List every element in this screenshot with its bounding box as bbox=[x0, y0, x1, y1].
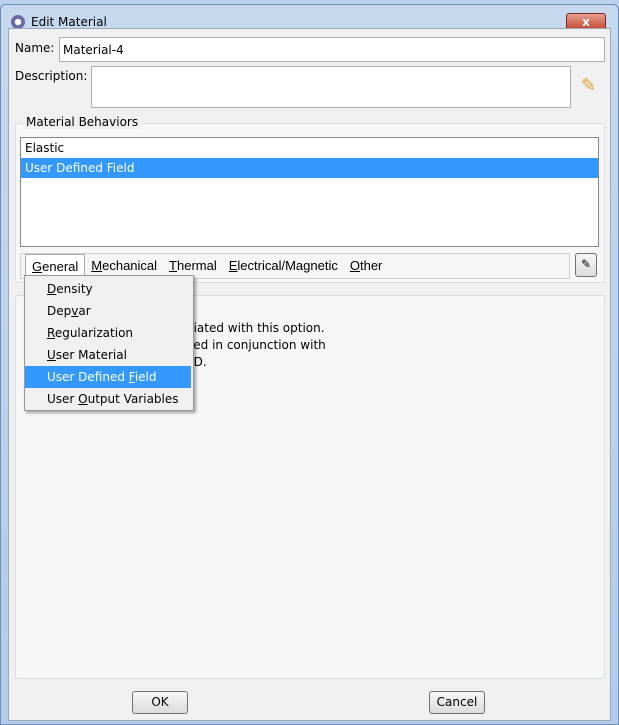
material-behaviors-label: Material Behaviors bbox=[23, 115, 142, 129]
menu-item-density[interactable]: Density bbox=[25, 278, 191, 300]
description-input[interactable] bbox=[91, 66, 571, 108]
menu-other[interactable]: Other bbox=[344, 254, 389, 278]
menu-item-depvar[interactable]: Depvar bbox=[25, 300, 191, 322]
name-input[interactable] bbox=[59, 37, 605, 62]
menu-item-user-defined-field[interactable]: User Defined Field bbox=[25, 366, 191, 388]
cancel-button[interactable]: Cancel bbox=[429, 691, 485, 714]
description-label: Description: bbox=[15, 69, 88, 83]
ok-button[interactable]: OK bbox=[132, 691, 188, 714]
menu-electrical-magnetic[interactable]: Electrical/Magnetic bbox=[223, 254, 344, 278]
edit-behavior-button[interactable]: ✎ bbox=[575, 253, 597, 277]
pencil-icon[interactable]: ✎ bbox=[581, 75, 596, 96]
info-text: ciated with this option. sed in conjunct… bbox=[187, 321, 326, 369]
behaviors-list[interactable]: Elastic User Defined Field bbox=[20, 137, 599, 247]
window-title: Edit Material bbox=[31, 15, 107, 29]
title-bar: Edit Material bbox=[11, 15, 107, 29]
dialog-body: Name: Description: ✎ Material Behaviors … bbox=[8, 28, 611, 721]
list-item[interactable]: User Defined Field bbox=[21, 158, 598, 178]
general-dropdown-menu: Density Depvar Regularization User Mater… bbox=[24, 275, 194, 411]
app-icon bbox=[11, 15, 25, 29]
name-label: Name: bbox=[15, 41, 55, 55]
list-item[interactable]: Elastic bbox=[21, 138, 598, 158]
menu-item-user-material[interactable]: User Material bbox=[25, 344, 191, 366]
menu-item-regularization[interactable]: Regularization bbox=[25, 322, 191, 344]
menu-item-user-output-variables[interactable]: User Output Variables bbox=[25, 388, 191, 410]
